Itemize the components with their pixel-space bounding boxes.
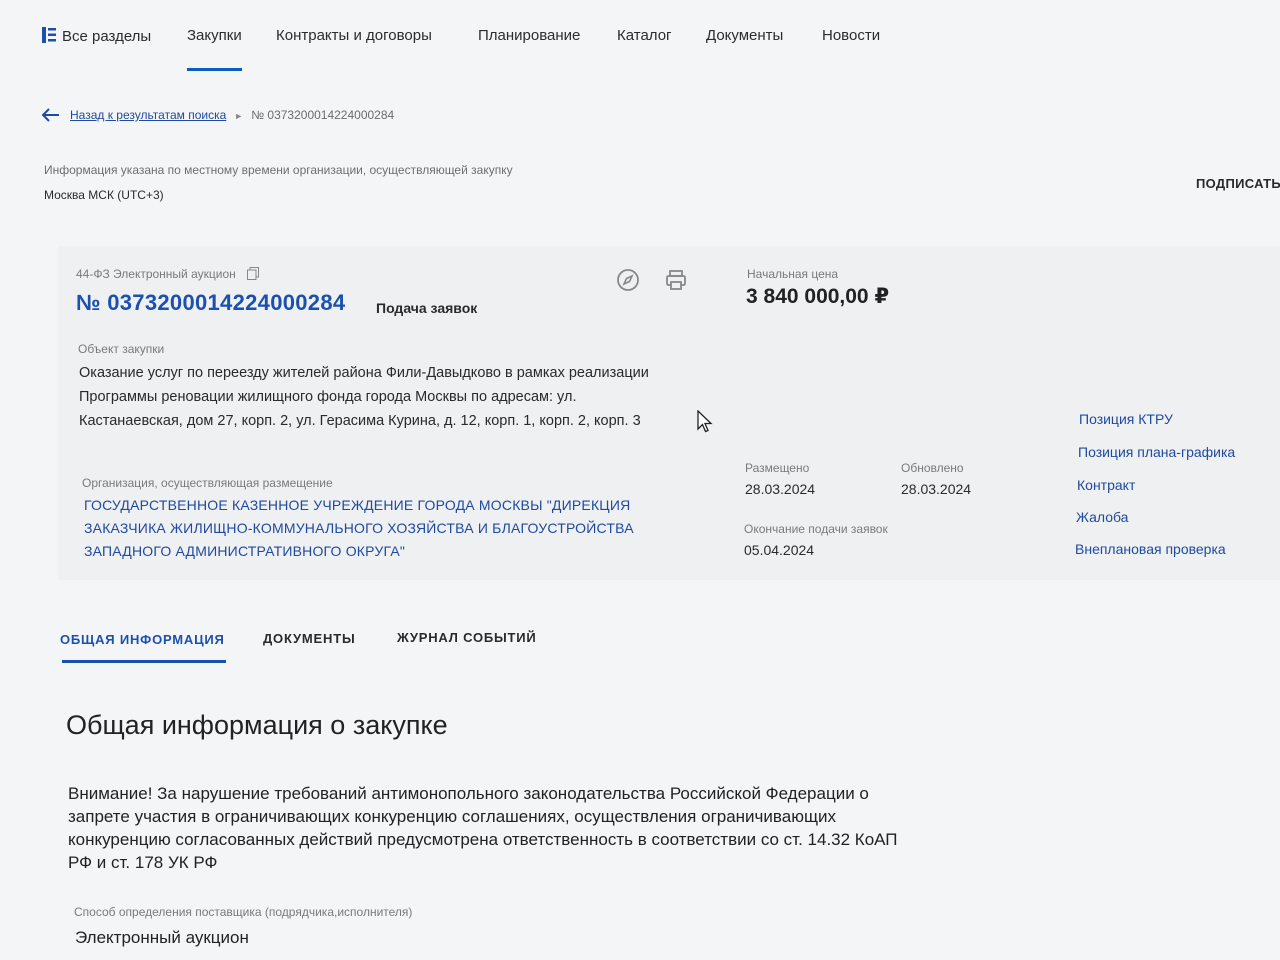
price-value: 3 840 000,00 ₽ bbox=[746, 285, 890, 308]
procurement-number[interactable]: № 0373200014224000284 bbox=[76, 290, 345, 316]
posted-label: Размещено bbox=[745, 461, 810, 475]
link-ktru-position[interactable]: Позиция КТРУ bbox=[1079, 411, 1173, 427]
breadcrumb-current: № 0373200014224000284 bbox=[251, 108, 395, 122]
procurement-stage: Подача заявок bbox=[376, 300, 478, 316]
updated-label: Обновлено bbox=[901, 461, 964, 475]
link-unscheduled-inspection[interactable]: Внеплановая проверка bbox=[1075, 541, 1226, 557]
nav-item-planning[interactable]: Планирование bbox=[478, 27, 580, 44]
top-navigation: Все разделы Закупки Контракты и договоры… bbox=[0, 0, 1280, 74]
nav-item-contracts[interactable]: Контракты и договоры bbox=[276, 27, 432, 44]
nav-all-sections-label: Все разделы bbox=[62, 28, 152, 45]
posted-date: 28.03.2024 bbox=[745, 481, 816, 497]
antimonopoly-warning: Внимание! За нарушение требований антимо… bbox=[68, 784, 898, 872]
back-arrow-icon[interactable] bbox=[42, 108, 60, 122]
object-description: Оказание услуг по переезду жителей район… bbox=[79, 365, 649, 429]
print-icon[interactable] bbox=[664, 268, 688, 292]
supplier-method-value: Электронный аукцион bbox=[75, 928, 249, 947]
procurement-law: 44-ФЗ Электронный аукцион bbox=[76, 267, 260, 281]
tab-documents[interactable]: ДОКУМЕНТЫ bbox=[263, 631, 355, 646]
timezone-note: Информация указана по местному времени о… bbox=[44, 163, 513, 177]
active-tab-indicator bbox=[62, 660, 226, 663]
procurement-law-text: 44-ФЗ Электронный аукцион bbox=[76, 267, 236, 281]
object-label: Объект закупки bbox=[78, 342, 165, 356]
nav-item-catalog[interactable]: Каталог bbox=[617, 27, 672, 44]
price-label: Начальная цена bbox=[747, 267, 839, 281]
back-to-results-link[interactable]: Назад к результатам поиска bbox=[70, 108, 226, 122]
organization-link[interactable]: ГОСУДАРСТВЕННОЕ КАЗЕННОЕ УЧРЕЖДЕНИЕ ГОРО… bbox=[84, 494, 684, 563]
organization-label: Организация, осуществляющая размещение bbox=[82, 476, 333, 490]
tab-event-log[interactable]: ЖУРНАЛ СОБЫТИЙ bbox=[397, 630, 537, 645]
link-plan-schedule-position[interactable]: Позиция плана-графика bbox=[1078, 444, 1235, 460]
nav-all-sections[interactable]: Все разделы bbox=[42, 27, 151, 45]
tab-general-info[interactable]: ОБЩАЯ ИНФОРМАЦИЯ bbox=[60, 632, 225, 647]
timezone-value: Москва МСК (UTC+3) bbox=[44, 188, 164, 202]
compass-icon[interactable] bbox=[616, 268, 640, 292]
copy-icon[interactable] bbox=[247, 267, 260, 280]
nav-item-documents[interactable]: Документы bbox=[706, 27, 783, 44]
breadcrumb: Назад к результатам поиска ► № 03732000142… bbox=[42, 108, 394, 122]
updated-date: 28.03.2024 bbox=[901, 481, 972, 497]
deadline-date: 05.04.2024 bbox=[744, 542, 815, 558]
link-complaint[interactable]: Жалоба bbox=[1076, 509, 1128, 525]
section-title: Общая информация о закупке bbox=[66, 710, 448, 740]
deadline-label: Окончание подачи заявок bbox=[744, 522, 888, 536]
nav-item-news[interactable]: Новости bbox=[822, 27, 880, 44]
supplier-method-label: Способ определения поставщика (подрядчик… bbox=[74, 905, 413, 919]
breadcrumb-separator: ► bbox=[234, 111, 244, 121]
nav-item-purchases[interactable]: Закупки bbox=[187, 27, 242, 71]
mouse-cursor-icon bbox=[697, 410, 713, 433]
sign-button[interactable]: ПОДПИСАТЬ bbox=[1196, 176, 1280, 191]
all-sections-icon bbox=[42, 27, 56, 43]
link-contract[interactable]: Контракт bbox=[1077, 477, 1135, 493]
